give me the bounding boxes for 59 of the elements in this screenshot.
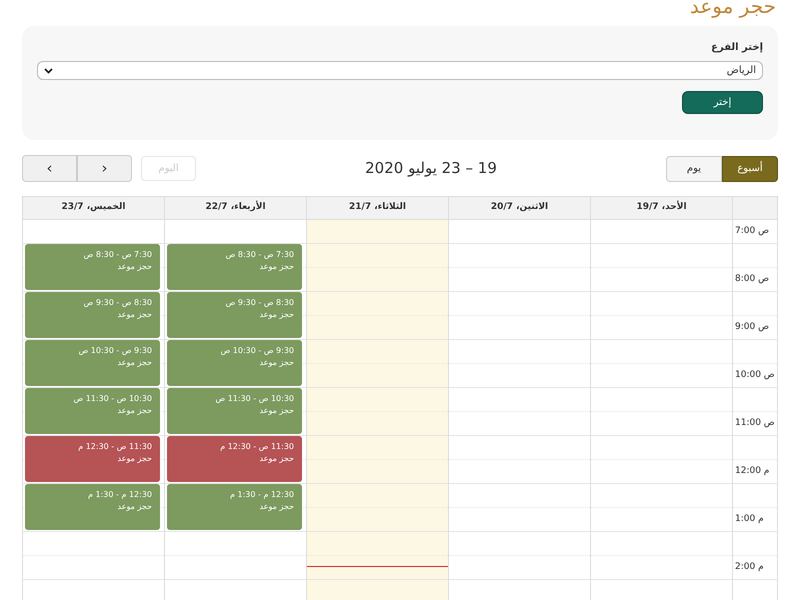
event-time: 7:30 ص - 8:30 ص [84,249,152,261]
time-label: م 2:00 [735,560,764,574]
time-label: ص 7:00 [735,224,769,238]
event-time: 12:30 م - 1:30 م [88,489,152,501]
event-title: حجز موعد [260,405,294,417]
time-label: ص 9:00 [735,320,769,334]
event-title: حجز موعد [260,261,294,273]
time-label: ص 8:00 [735,272,769,286]
date-range-title: 19 – 23 يوليو 2020 [365,158,497,180]
event-title: حجز موعد [118,453,152,465]
appointment-event[interactable]: 12:30 م - 1:30 م حجز موعد [167,484,302,530]
view-tab[interactable]: أسبوع [722,156,778,182]
event-title: حجز موعد [118,405,152,417]
time-label: ص 10:00 [735,368,775,382]
event-title: حجز موعد [118,501,152,513]
day-header: الأربعاء، 22/7 [165,197,307,220]
day-header: الثلاثاء، 21/7 [307,197,449,220]
event-time: 8:30 ص - 9:30 ص [84,297,152,309]
appointment-event[interactable]: 10:30 ص - 11:30 ص حجز موعد [25,388,160,434]
view-tab[interactable]: يوم [666,156,722,182]
event-time: 8:30 ص - 9:30 ص [226,297,294,309]
day-header: الاثنين، 20/7 [449,197,591,220]
nav-button[interactable]: ‹ [77,155,132,182]
event-title: حجز موعد [260,453,294,465]
appointment-event[interactable]: 10:30 ص - 11:30 ص حجز موعد [167,388,302,434]
branch-select[interactable]: الرياض [37,61,763,80]
appointment-event[interactable]: 7:30 ص - 8:30 ص حجز موعد [25,244,160,290]
appointment-event[interactable]: 11:30 ص - 12:30 م حجز موعد [25,436,160,482]
event-title: حجز موعد [118,357,152,369]
appointment-event[interactable]: 7:30 ص - 8:30 ص حجز موعد [167,244,302,290]
event-title: حجز موعد [118,261,152,273]
page-title: حجر موعد [688,0,777,20]
day-header: الخميس، 23/7 [23,197,165,220]
time-label: ص 11:00 [735,416,775,430]
event-time: 10:30 ص - 11:30 ص [73,393,152,405]
event-time: 11:30 ص - 12:30 م [78,441,152,453]
appointment-event[interactable]: 8:30 ص - 9:30 ص حجز موعد [167,292,302,338]
choose-button[interactable]: إختر [682,91,763,114]
day-header: الأحد، 19/7 [591,197,733,220]
appointment-event[interactable]: 8:30 ص - 9:30 ص حجز موعد [25,292,160,338]
event-time: 12:30 م - 1:30 م [230,489,294,501]
appointment-event[interactable]: 12:30 م - 1:30 م حجز موعد [25,484,160,530]
event-time: 10:30 ص - 11:30 ص [215,393,294,405]
appointment-event[interactable]: 9:30 ص - 10:30 ص حجز موعد [167,340,302,386]
time-label: م 12:00 [735,464,770,478]
event-title: حجز موعد [260,357,294,369]
event-title: حجز موعد [260,501,294,513]
appointment-event[interactable]: 11:30 ص - 12:30 م حجز موعد [167,436,302,482]
nav-button[interactable]: › [22,155,78,182]
chevron-down-icon [44,68,53,74]
event-time: 9:30 ص - 10:30 ص [78,345,152,357]
event-title: حجز موعد [118,309,152,321]
event-time: 11:30 ص - 12:30 م [220,441,294,453]
event-time: 7:30 ص - 8:30 ص [226,249,294,261]
event-time: 9:30 ص - 10:30 ص [220,345,294,357]
appointment-event[interactable]: 9:30 ص - 10:30 ص حجز موعد [25,340,160,386]
event-title: حجز موعد [260,309,294,321]
field-label: إختر الفرع [711,41,763,55]
time-label: م 1:00 [735,512,764,526]
